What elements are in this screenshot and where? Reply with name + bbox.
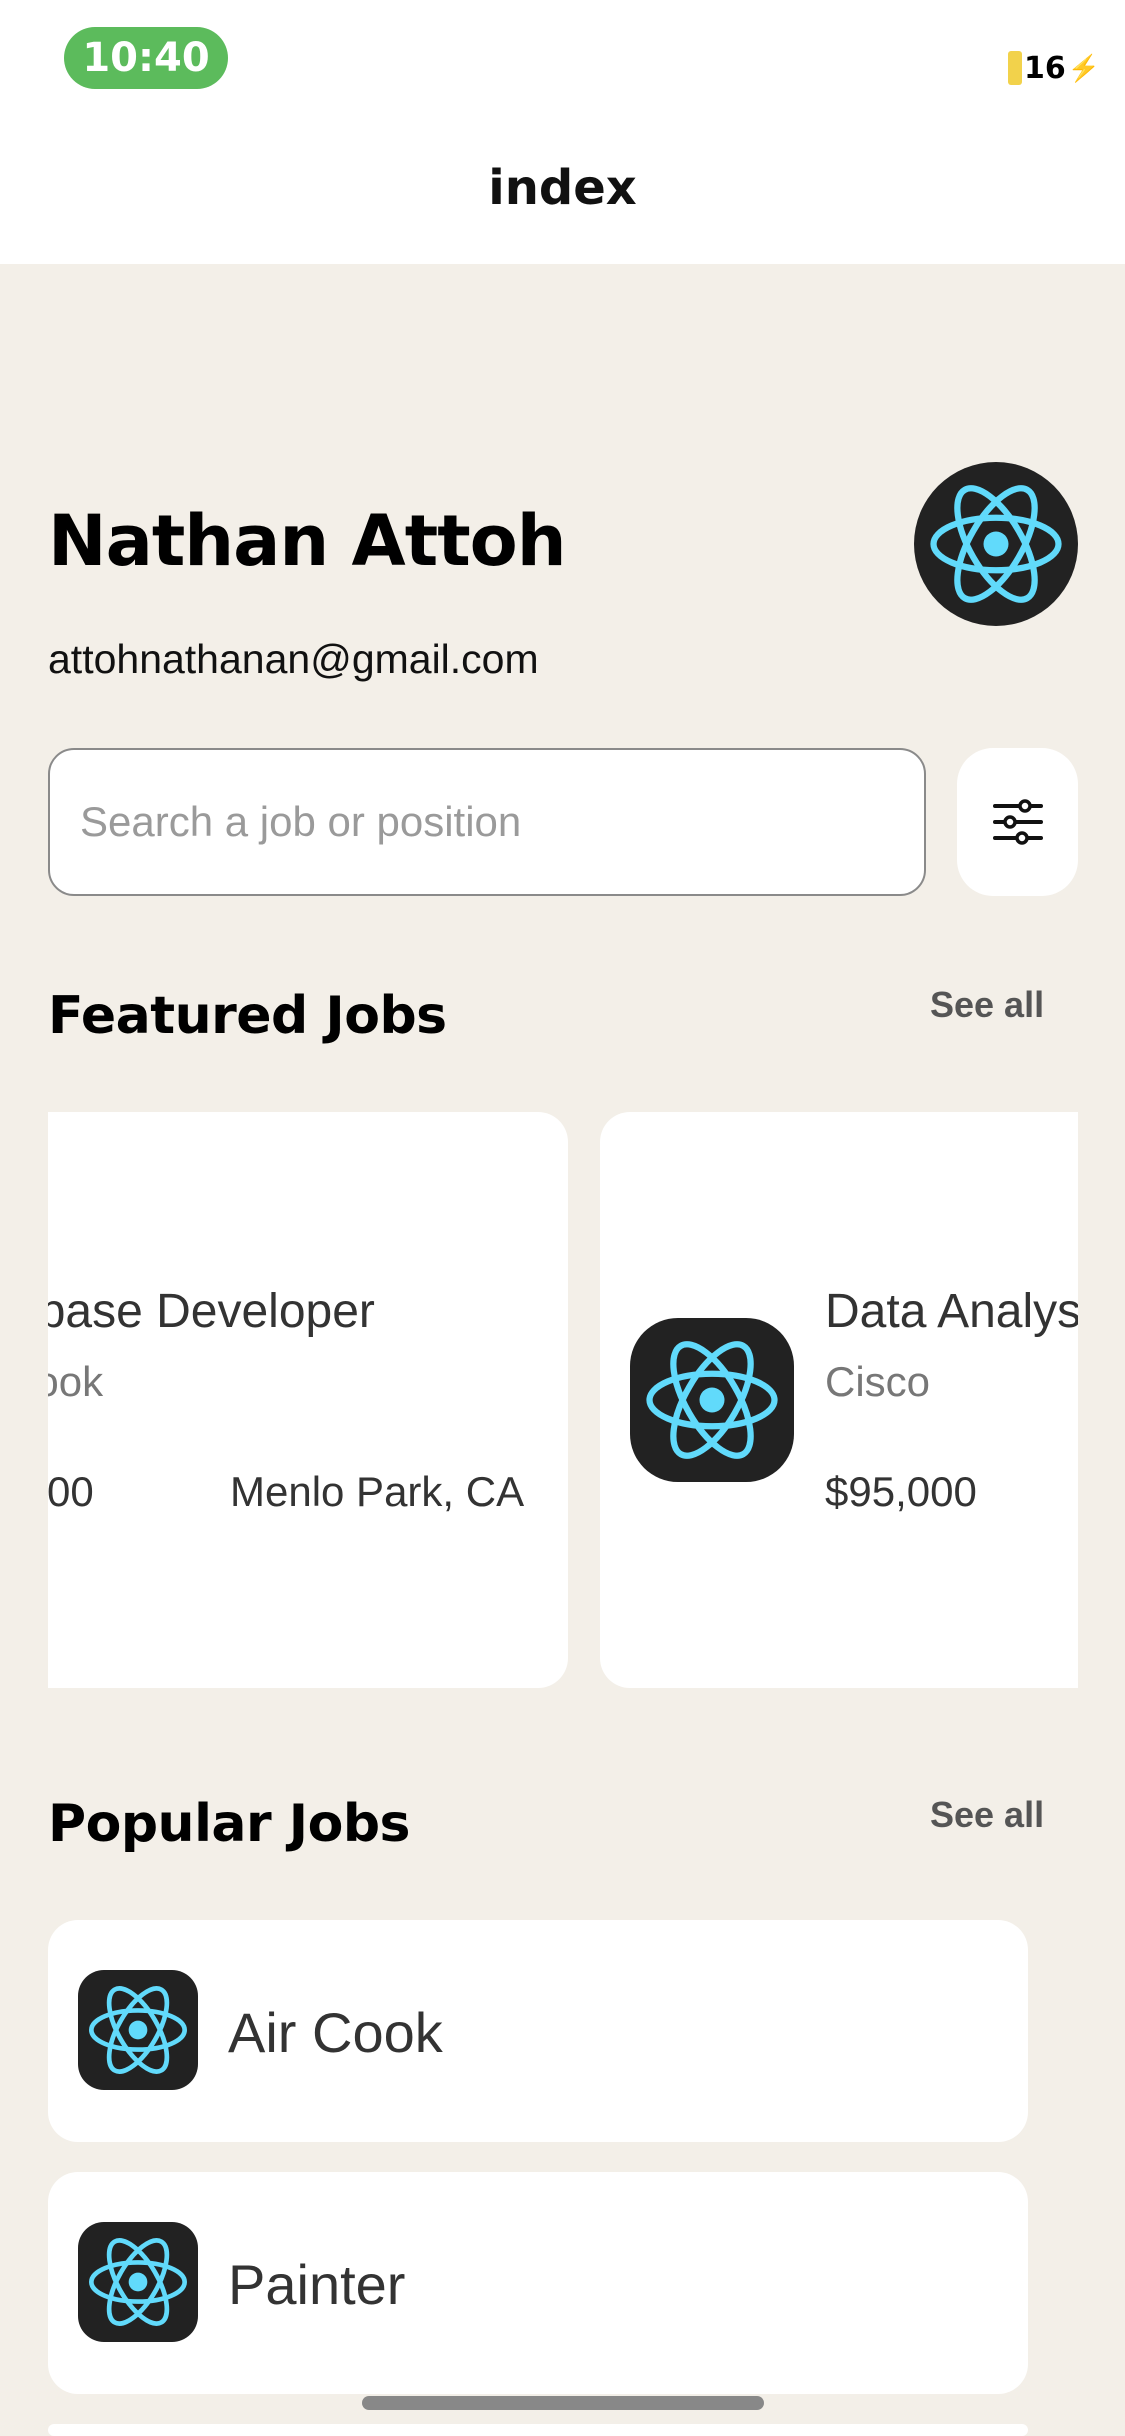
- company-logo: [630, 1318, 794, 1482]
- react-logo-icon: [646, 1341, 778, 1459]
- popular-job-item[interactable]: [48, 2424, 1028, 2436]
- user-name: Nathan Attoh: [48, 500, 567, 582]
- status-time: 10:40: [64, 27, 228, 89]
- page-title: index: [488, 160, 637, 216]
- featured-jobs-carousel[interactable]: abase Developer book ,000 Menlo Park, CA…: [48, 1112, 1078, 1688]
- search-field[interactable]: [48, 748, 926, 896]
- avatar[interactable]: [914, 462, 1078, 626]
- battery-indicator: 16 ⚡: [1008, 48, 1100, 88]
- company-logo: [78, 2222, 198, 2342]
- sliders-icon: [992, 799, 1043, 845]
- react-logo-icon: [930, 485, 1062, 603]
- filter-button[interactable]: [957, 748, 1078, 896]
- react-logo-icon: [89, 2238, 187, 2326]
- featured-job-card[interactable]: abase Developer book ,000 Menlo Park, CA: [48, 1112, 568, 1688]
- popular-jobs-heading: Popular Jobs: [48, 1794, 411, 1854]
- react-logo-icon: [89, 1986, 187, 2074]
- search-input[interactable]: [78, 797, 924, 847]
- job-title: Air Cook: [228, 2001, 443, 2064]
- battery-level: 16: [1024, 50, 1066, 86]
- featured-see-all-link[interactable]: See all: [930, 984, 1044, 1026]
- featured-jobs-heading: Featured Jobs: [48, 986, 447, 1046]
- job-salary: ,000: [48, 1468, 94, 1515]
- popular-job-item[interactable]: Air Cook: [48, 1920, 1028, 2142]
- job-title: Data Analys: [825, 1285, 1078, 1338]
- popular-see-all-link[interactable]: See all: [930, 1794, 1044, 1836]
- company-logo: [78, 1970, 198, 2090]
- job-location: Menlo Park, CA: [230, 1468, 525, 1515]
- company-name: book: [48, 1358, 104, 1405]
- user-email: attohnathanan@gmail.com: [48, 636, 539, 682]
- top-bar: 10:40 16 ⚡ index: [0, 0, 1125, 264]
- battery-icon: [1008, 51, 1022, 85]
- popular-job-item[interactable]: Painter: [48, 2172, 1028, 2394]
- job-title: Painter: [228, 2253, 406, 2316]
- job-salary: $95,000: [825, 1468, 977, 1515]
- company-name: Cisco: [825, 1358, 931, 1405]
- job-title: abase Developer: [48, 1285, 375, 1338]
- charging-icon: ⚡: [1067, 52, 1101, 83]
- featured-job-card[interactable]: Data Analys Cisco $95,000: [600, 1112, 1078, 1688]
- home-indicator[interactable]: [362, 2396, 764, 2410]
